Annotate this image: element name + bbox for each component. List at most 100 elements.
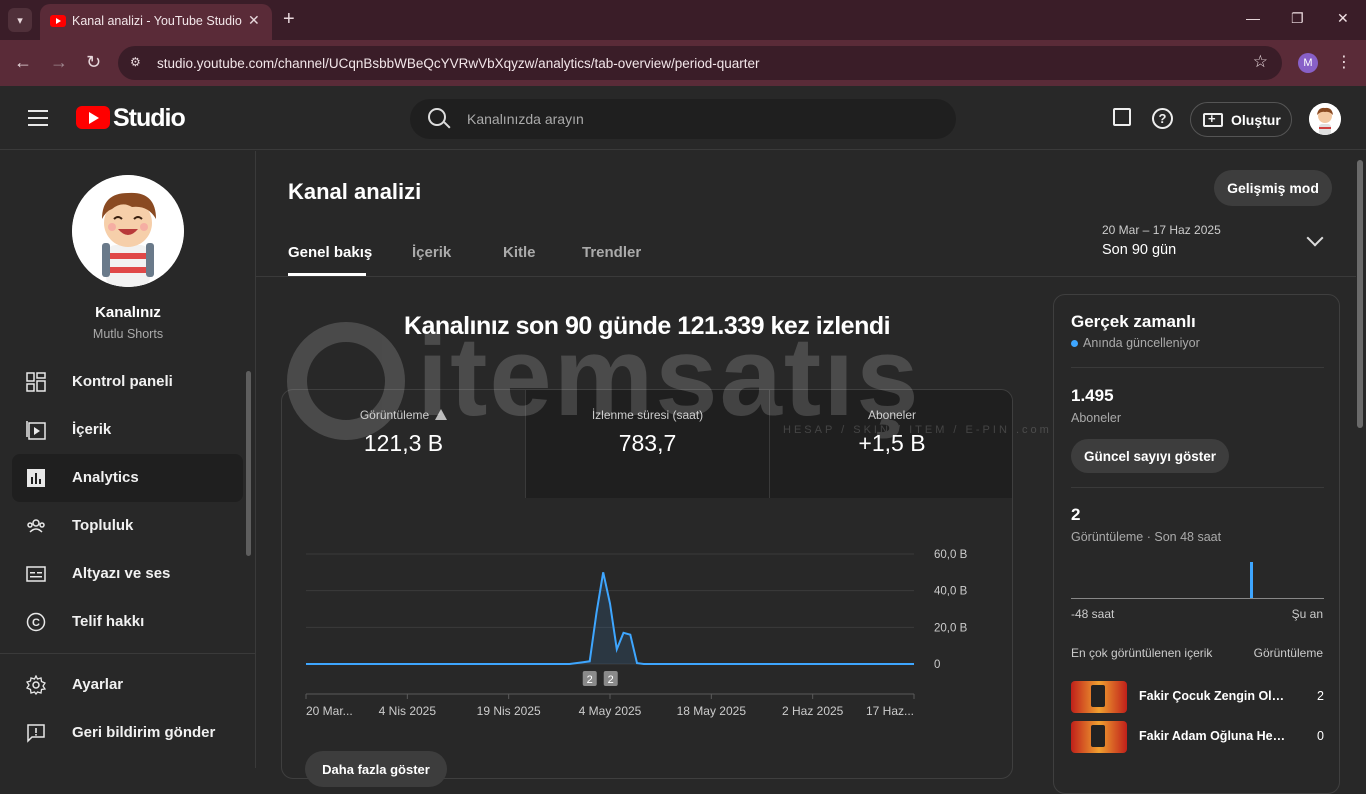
tab-overview[interactable]: Genel bakış [288,244,372,261]
divider [1071,367,1324,368]
video-views: 0 [1317,729,1324,743]
top-content-label: En çok görüntülenen içerik [1071,646,1213,660]
browser-tab-bar: ▾ Kanal analizi - YouTube Studio ✕ + — ❐… [0,0,1366,40]
main-scrollbar[interactable] [1357,160,1363,428]
chart-marker-label: 2 [608,674,614,686]
hamburger-menu-icon[interactable] [28,110,48,126]
site-info-icon[interactable]: ⚙ [130,55,146,71]
sidebar-item-label: Geri bildirim gönder [72,724,216,741]
browser-tab-active[interactable]: Kanal analizi - YouTube Studio ✕ [40,4,272,40]
realtime-views-value: 2 [1071,505,1081,524]
tabs-divider [256,276,1356,277]
y-tick-label: 60,0 B [934,549,968,561]
x-tick-label: 4 May 2025 [579,704,642,718]
y-tick-label: 40,0 B [934,586,968,598]
sidebar-item-analytics[interactable]: Analytics [12,454,243,502]
y-tick-label: 0 [934,659,940,671]
top-content-row[interactable]: Fakir Adam Oğluna Hediye... 0 [1071,721,1324,753]
show-live-count-button[interactable]: Güncel sayıyı göster [1071,439,1229,473]
chevron-down-icon[interactable] [1306,229,1324,247]
back-button[interactable]: ← [14,52,32,73]
video-thumbnail [1071,681,1127,713]
copyright-icon: C [26,612,46,632]
create-label: Oluştur [1231,112,1281,128]
video-add-icon [1203,111,1223,127]
sidebar-item-community[interactable]: Topluluk [12,502,243,550]
search-icon [428,108,446,126]
tab-search-button[interactable]: ▾ [8,8,32,32]
sidebar-scrollbar[interactable] [246,371,251,556]
content-icon [26,420,46,440]
top-content-metric: Görüntüleme [1253,646,1323,660]
forward-button[interactable]: → [50,52,68,73]
new-tab-button[interactable]: + [283,8,295,30]
realtime-subtitle: Anında güncelleniyor [1083,336,1200,350]
messages-icon[interactable] [1113,108,1131,126]
video-title: Fakir Çocuk Zengin Oluyor... [1139,689,1289,703]
address-bar[interactable]: ⚙ studio.youtube.com/channel/UCqnBsbbWBe… [118,46,1282,80]
restore-button[interactable]: ❐ [1291,10,1304,27]
bookmark-star-icon[interactable]: ☆ [1253,52,1268,72]
sidebar-item-label: İçerik [72,421,112,438]
sidebar-item-label: Telif hakkı [72,613,145,630]
gear-icon [26,675,46,695]
search-input[interactable]: Kanalınızda arayın [410,99,956,139]
tab-audience[interactable]: Kitle [503,244,536,261]
tab-content[interactable]: İçerik [412,244,451,261]
period-label: Son 90 gün [1102,242,1177,258]
browser-toolbar: ← → ↻ ⚙ studio.youtube.com/channel/UCqnB… [0,40,1366,86]
sidebar-item-label: Topluluk [72,517,134,534]
page-title: Kanal analizi [288,179,422,204]
help-icon[interactable]: ? [1152,108,1173,129]
x-tick-label: 4 Nis 2025 [379,704,437,718]
browser-profile-avatar[interactable]: M [1298,53,1318,73]
top-content-row[interactable]: Fakir Çocuk Zengin Oluyor... 2 [1071,681,1324,713]
sidebar-item-settings[interactable]: Ayarlar [12,661,243,709]
create-button[interactable]: Oluştur [1190,102,1292,137]
search-placeholder: Kanalınızda arayın [467,111,584,127]
realtime-axis-end: Şu an [1291,607,1323,621]
channel-handle: Mutlu Shorts [92,327,164,341]
studio-logo-text[interactable]: Studio [113,104,186,133]
sidebar-item-label: Analytics [72,469,139,486]
svg-text:C: C [32,617,40,629]
show-more-button[interactable]: Daha fazla göster [305,751,447,787]
browser-menu-icon[interactable]: ⋮ [1336,52,1352,72]
sidebar-item-dashboard[interactable]: Kontrol paneli [12,358,243,406]
views-line-chart[interactable]: 60,0 B 40,0 B 20,0 B 0 2 2 20 Mar... 4 Nis 2025… [282,390,1013,779]
date-range: 20 Mar – 17 Haz 2025 [1102,223,1221,237]
realtime-bar-chart[interactable] [1071,557,1324,599]
channel-avatar[interactable] [72,175,184,287]
sidebar-item-content[interactable]: İçerik [12,406,243,454]
tab-close-icon[interactable]: ✕ [248,12,260,29]
sidebar-item-subtitles[interactable]: Altyazı ve ses [12,550,243,598]
realtime-bar[interactable] [1250,562,1254,598]
realtime-card: Gerçek zamanlı Anında güncelleniyor 1.49… [1053,294,1340,794]
sidebar-item-label: Ayarlar [72,676,124,693]
realtime-title: Gerçek zamanlı [1071,312,1196,331]
close-window-button[interactable]: ✕ [1337,10,1349,27]
youtube-favicon-icon [50,15,66,27]
sidebar-item-send-feedback[interactable]: Geri bildirim gönder [12,709,243,757]
dashboard-icon [26,372,46,392]
video-title: Fakir Adam Oğluna Hediye... [1139,729,1289,743]
subscribers-label: Aboneler [1071,411,1122,425]
sidebar-item-copyright[interactable]: C Telif hakkı [12,598,243,646]
sidebar-divider [0,653,255,654]
advanced-mode-button[interactable]: Gelişmiş mod [1214,170,1332,206]
reload-button[interactable]: ↻ [86,52,101,73]
account-avatar[interactable] [1309,103,1341,135]
minimize-button[interactable]: — [1246,10,1260,26]
chart-marker-label: 2 [587,674,593,686]
tab-trends[interactable]: Trendler [582,244,641,261]
studio-header: Studio Kanalınızda arayın ? Oluştur [0,86,1366,150]
realtime-axis-start: -48 saat [1071,607,1115,621]
sidebar: Kanalınız Mutlu Shorts Kontrol paneli İç… [0,151,256,768]
x-tick-label: 19 Nis 2025 [477,704,541,718]
tab-title: Kanal analizi - YouTube Studio [72,14,242,28]
divider [1071,487,1324,488]
community-icon [26,516,46,536]
url-text: studio.youtube.com/channel/UCqnBsbbWBeQc… [157,56,760,71]
x-tick-label: 17 Haz... [866,704,914,718]
youtube-logo-icon[interactable] [76,106,110,129]
